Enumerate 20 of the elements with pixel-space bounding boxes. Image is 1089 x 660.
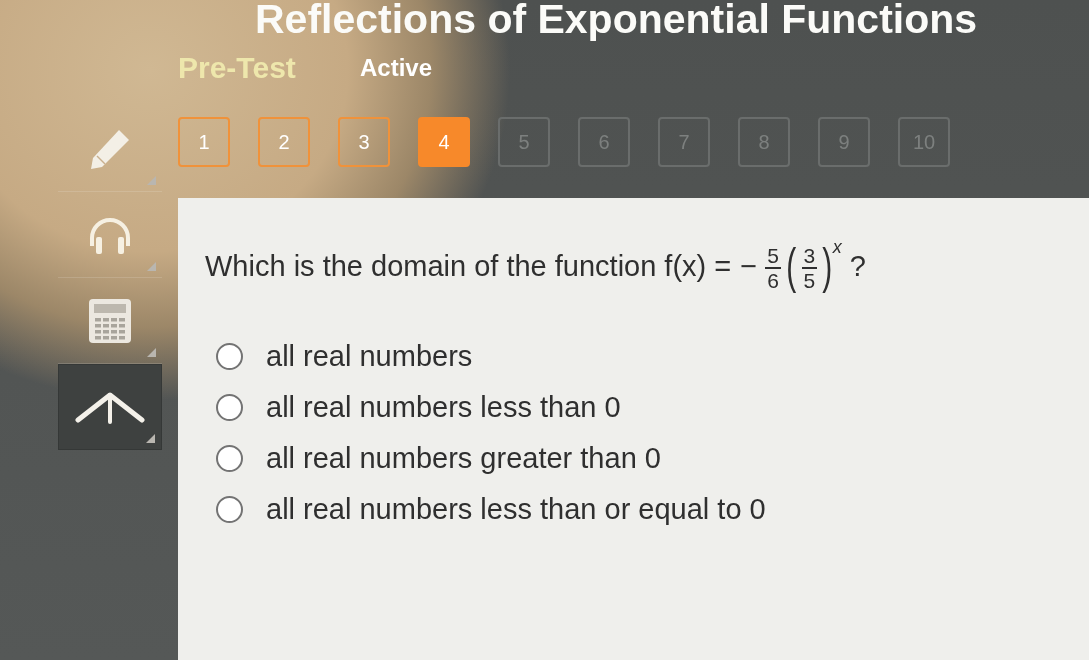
option-text: all real numbers less than or equal to 0 — [266, 492, 766, 526]
option-text: all real numbers — [266, 339, 473, 373]
question-number-button[interactable]: 3 — [338, 117, 390, 167]
calculator-icon — [89, 298, 131, 343]
question-number-button[interactable]: 2 — [258, 117, 310, 167]
tool-button[interactable] — [58, 364, 162, 450]
radio-button[interactable] — [216, 444, 243, 472]
radio-button[interactable] — [216, 342, 243, 370]
option-text: all real numbers greater than 0 — [266, 441, 661, 475]
corner-triangle-icon — [147, 348, 156, 357]
radio-button[interactable] — [216, 495, 243, 523]
option-text: all real numbers less than 0 — [266, 390, 621, 424]
section-label: Pre-Test — [178, 51, 297, 85]
question-number-button[interactable]: 1 — [178, 117, 230, 167]
corner-triangle-icon — [147, 262, 156, 271]
corner-triangle-icon — [146, 434, 155, 443]
status-label: Active — [360, 54, 433, 82]
corner-triangle-icon — [147, 176, 156, 185]
question-number-button[interactable]: 4 — [418, 117, 470, 167]
radio-button[interactable] — [216, 393, 243, 421]
